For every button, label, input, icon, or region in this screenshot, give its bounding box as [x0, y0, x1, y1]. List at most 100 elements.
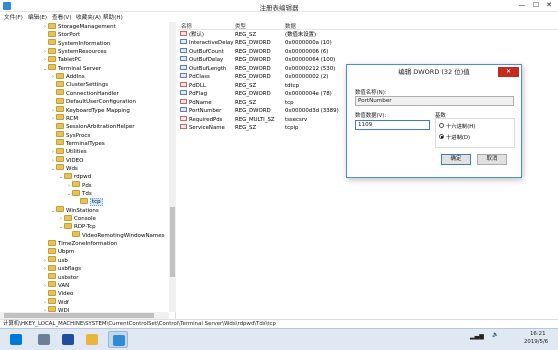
tree-item-label: AddIns — [66, 74, 85, 81]
tree-item-label: rdpwd — [74, 174, 92, 181]
tree-item-label: Tds — [82, 191, 92, 197]
tree-item-label: tcp — [90, 198, 103, 207]
tree-item-label: RCM — [66, 115, 79, 122]
start-taskbar-button[interactable] — [6, 331, 26, 348]
taskbar: ▂▄▆ 🔈 16:21 2019/5/6 — [0, 328, 558, 350]
value-name-text: RequiredPds — [189, 116, 223, 123]
binary-value-icon — [180, 64, 187, 70]
menu-favorites[interactable]: 收藏夹(A) — [76, 13, 101, 21]
clock-date[interactable]: 2019/5/6 — [524, 339, 548, 345]
folder-icon — [64, 222, 72, 229]
binary-value-icon — [180, 90, 187, 96]
tree-item-label: StorageManagement — [58, 24, 116, 30]
scroll-thumb[interactable] — [170, 207, 175, 277]
menu-help[interactable]: 帮助(H) — [103, 13, 123, 21]
value-type-cell: REG_DWORD — [235, 57, 271, 64]
value-data-input[interactable]: 1109 — [355, 120, 430, 130]
value-row[interactable]: (默认) REG_SZ (数值未设置) — [178, 31, 558, 39]
value-data-cell: 0x00000006 (6) — [285, 48, 329, 55]
tree-item-label: SystemInformation — [58, 40, 111, 47]
folder-icon — [56, 122, 64, 129]
folder-icon — [48, 30, 56, 37]
folder-icon — [72, 231, 80, 238]
value-data-label: 数值数据(V): — [355, 113, 387, 119]
tree-horizontal-scrollbar[interactable] — [0, 312, 169, 319]
value-name-text: PortNumber — [189, 108, 222, 115]
tree-item-label: usbstor — [58, 274, 79, 281]
menu-edit[interactable]: 编辑(E) — [28, 13, 47, 21]
radio-button-selected[interactable] — [439, 134, 444, 139]
minimize-button[interactable]: — — [516, 1, 528, 10]
dec-radio-label: 十进制(D) — [446, 135, 471, 141]
powershell-taskbar-button[interactable] — [58, 331, 78, 348]
server-manager-taskbar-button[interactable] — [34, 331, 54, 348]
scroll-thumb[interactable] — [4, 313, 154, 318]
window-title: 注册表编辑器 — [259, 4, 299, 12]
column-header-name[interactable]: 名称 — [181, 22, 192, 30]
value-type-cell: REG_SZ — [235, 82, 257, 89]
value-name-cell: OutBufDelay — [180, 56, 223, 64]
value-data-cell: 0x00000d3d (3389) — [285, 108, 339, 115]
folder-icon — [48, 47, 56, 54]
folder-icon — [80, 197, 88, 204]
value-type-cell: REG_SZ — [235, 99, 257, 106]
file-explorer-taskbar-button[interactable] — [82, 331, 102, 348]
tree-vertical-scrollbar[interactable] — [169, 22, 176, 312]
binary-value-icon — [180, 47, 187, 53]
tray-network-icon[interactable]: ▂▄▆ — [470, 333, 484, 340]
string-value-icon — [180, 81, 187, 87]
value-name-cell: OutBufCount — [180, 47, 224, 56]
tree-item-label: VideoRemotingWindowNames — [82, 232, 165, 239]
tree-item-label: TimeZoneInformation — [58, 241, 118, 248]
tree-item-label: Wds — [66, 165, 78, 172]
column-header-data[interactable]: 数据 — [285, 22, 296, 30]
value-name-label: 数值名称(N): — [355, 90, 387, 96]
value-type-cell: REG_DWORD — [235, 108, 271, 115]
menu-view[interactable]: 查看(V) — [52, 13, 71, 21]
hex-radio-label: 十六进制(H) — [446, 124, 476, 130]
tree-item-label: StorPort — [58, 32, 81, 39]
folder-icon — [56, 72, 64, 79]
value-name-cell: PdName — [180, 98, 212, 107]
ok-button[interactable]: 确定 — [441, 154, 471, 165]
folder-icon — [56, 89, 64, 96]
close-button[interactable]: ✕ — [543, 1, 555, 10]
tree-item-label: DefaultUserConfiguration — [66, 99, 136, 106]
value-name-cell: InteractiveDelay — [180, 39, 234, 47]
folder-icon — [64, 172, 72, 179]
radio-button[interactable] — [439, 123, 444, 128]
regedit-taskbar-button[interactable] — [108, 331, 128, 348]
hex-radio[interactable]: 十六进制(H) — [439, 123, 475, 131]
tree-item-label: Utilities — [66, 149, 87, 156]
value-type-cell: REG_DWORD — [235, 40, 271, 47]
folder-icon — [56, 139, 64, 146]
value-name-cell: (默认) — [180, 31, 204, 39]
cancel-button[interactable]: 取消 — [477, 154, 507, 165]
dialog-title: 编辑 DWORD (32 位)值 — [398, 68, 470, 76]
tree-item-label: usb — [58, 257, 68, 264]
folder-icon — [56, 114, 64, 121]
folder-icon — [56, 147, 64, 154]
tree-item-label: Wdf — [58, 299, 69, 306]
value-name-text: PdDLL — [189, 82, 206, 89]
tree-item-label: Video — [58, 291, 74, 298]
value-type-cell: REG_DWORD — [235, 48, 271, 55]
value-type-cell: REG_DWORD — [235, 65, 271, 72]
value-name-text: OutBufCount — [189, 48, 224, 55]
value-row[interactable]: InteractiveDelay REG_DWORD 0x0000000a (10) — [178, 39, 558, 47]
dialog-close-button[interactable]: ✕ — [498, 67, 519, 77]
menu-file[interactable]: 文件(F) — [4, 13, 23, 21]
maximize-button[interactable]: ☐ — [530, 1, 542, 10]
folder-icon — [48, 64, 56, 71]
dec-radio[interactable]: 十进制(D) — [439, 134, 470, 142]
value-row[interactable]: OutBufCount REG_DWORD 0x00000006 (6) — [178, 47, 558, 56]
tree-item-label: ConnectionHandler — [66, 90, 119, 97]
clock-time[interactable]: 16:21 — [530, 331, 546, 337]
edit-dword-dialog: 编辑 DWORD (32 位)值 ✕ 数值名称(N): PortNumber 数… — [346, 64, 522, 178]
column-header-type[interactable]: 类型 — [235, 22, 246, 30]
folder-icon — [48, 289, 56, 296]
value-name-text: OutBufDelay — [189, 57, 224, 64]
tray-volume-icon[interactable]: 🔈 — [492, 332, 499, 338]
folder-icon — [56, 97, 64, 104]
binary-value-icon — [180, 73, 187, 79]
